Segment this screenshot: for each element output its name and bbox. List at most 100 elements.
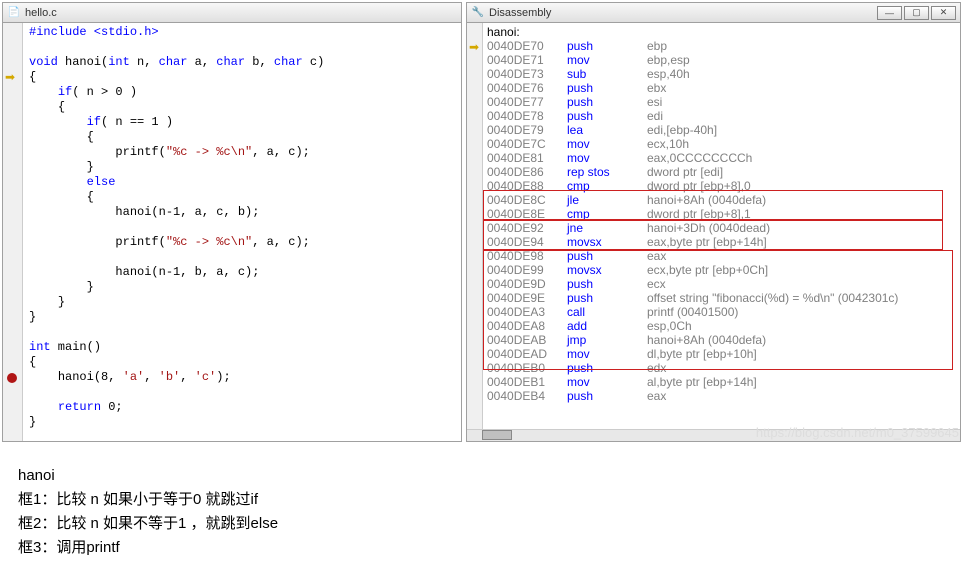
disasm-row[interactable]: 0040DE78pushedi [487, 109, 956, 123]
disasm-addr: 0040DE88 [487, 179, 567, 193]
disasm-label: hanoi: [487, 25, 956, 39]
source-code[interactable]: #include <stdio.h> void hanoi(int n, cha… [23, 23, 330, 441]
disasm-addr: 0040DEAB [487, 333, 567, 347]
disasm-addr: 0040DEAD [487, 347, 567, 361]
disasm-addr: 0040DE86 [487, 165, 567, 179]
disasm-row[interactable]: 0040DE98pusheax [487, 249, 956, 263]
disasm-addr: 0040DE8C [487, 193, 567, 207]
disasm-op: jle [567, 193, 647, 207]
disasm-content[interactable]: hanoi: 0040DE70pushebp0040DE71movebp,esp… [483, 23, 960, 429]
disasm-row[interactable]: 0040DE81moveax,0CCCCCCCCh [487, 151, 956, 165]
disasm-op: mov [567, 53, 647, 67]
disasm-row[interactable]: 0040DE88cmpdword ptr [ebp+8],0 [487, 179, 956, 193]
disasm-row[interactable]: 0040DEADmovdl,byte ptr [ebp+10h] [487, 347, 956, 361]
disasm-op: push [567, 389, 647, 403]
disasm-arg: eax [647, 389, 956, 403]
note-line: 框1：比较 n 如果小于等于0 就跳过if [18, 488, 951, 512]
disasm-op: mov [567, 137, 647, 151]
disasm-addr: 0040DE99 [487, 263, 567, 277]
disassembly-panel: 🔧 Disassembly — ▢ ✕ ➡ hanoi: 0040DE70pus… [466, 2, 961, 442]
disasm-op: push [567, 277, 647, 291]
disasm-arg: hanoi+8Ah (0040defa) [647, 333, 956, 347]
disasm-arg: eax [647, 249, 956, 263]
disasm-row[interactable]: 0040DEB0pushedx [487, 361, 956, 375]
disasm-op: push [567, 81, 647, 95]
disasm-op: movsx [567, 263, 647, 277]
disasm-arg: dword ptr [ebp+8],0 [647, 179, 956, 193]
disasm-arg: esi [647, 95, 956, 109]
source-filename: hello.c [25, 7, 57, 19]
disasm-row[interactable]: 0040DE7Cmovecx,10h [487, 137, 956, 151]
disasm-addr: 0040DE81 [487, 151, 567, 165]
exec-arrow-icon: ➡ [5, 70, 15, 85]
disasm-row[interactable]: 0040DE86rep stosdword ptr [edi] [487, 165, 956, 179]
annotation-notes: hanoi 框1：比较 n 如果小于等于0 就跳过if 框2：比较 n 如果不等… [0, 444, 969, 580]
disasm-row[interactable]: 0040DE99movsxecx,byte ptr [ebp+0Ch] [487, 263, 956, 277]
disasm-row[interactable]: 0040DE94movsxeax,byte ptr [ebp+14h] [487, 235, 956, 249]
file-icon: 📄 [7, 6, 21, 20]
disasm-row[interactable]: 0040DEB4pusheax [487, 389, 956, 403]
disasm-addr: 0040DE7C [487, 137, 567, 151]
minimize-button[interactable]: — [877, 6, 902, 20]
disasm-op: push [567, 249, 647, 263]
maximize-button[interactable]: ▢ [904, 6, 929, 20]
disasm-row[interactable]: 0040DE70pushebp [487, 39, 956, 53]
note-line: hanoi [18, 464, 951, 488]
disasm-row[interactable]: 0040DEABjmphanoi+8Ah (0040defa) [487, 333, 956, 347]
disasm-row[interactable]: 0040DE77pushesi [487, 95, 956, 109]
disasm-row[interactable]: 0040DE9Dpushecx [487, 277, 956, 291]
exec-arrow-icon: ➡ [469, 40, 479, 54]
disasm-row[interactable]: 0040DEA8addesp,0Ch [487, 319, 956, 333]
disasm-titlebar: 🔧 Disassembly — ▢ ✕ [467, 3, 960, 23]
disasm-arg: dword ptr [edi] [647, 165, 956, 179]
disasm-op: add [567, 319, 647, 333]
disasm-arg: hanoi+3Dh (0040dead) [647, 221, 956, 235]
scroll-thumb[interactable] [482, 430, 512, 440]
disasm-addr: 0040DE9D [487, 277, 567, 291]
close-button[interactable]: ✕ [931, 6, 956, 20]
disasm-addr: 0040DE70 [487, 39, 567, 53]
source-gutter[interactable]: ➡ [3, 23, 23, 441]
disasm-op: push [567, 95, 647, 109]
disasm-addr: 0040DE8E [487, 207, 567, 221]
disasm-addr: 0040DE79 [487, 123, 567, 137]
disasm-addr: 0040DE78 [487, 109, 567, 123]
disasm-addr: 0040DE77 [487, 95, 567, 109]
note-line: 框3：调用printf [18, 536, 951, 560]
disasm-addr: 0040DE71 [487, 53, 567, 67]
disasm-addr: 0040DE73 [487, 67, 567, 81]
disasm-arg: offset string "fibonacci(%d) = %d\n" (00… [647, 291, 956, 305]
disasm-arg: esp,0Ch [647, 319, 956, 333]
disasm-op: lea [567, 123, 647, 137]
disasm-row[interactable]: 0040DEA3callprintf (00401500) [487, 305, 956, 319]
disasm-arg: ebp,esp [647, 53, 956, 67]
disasm-addr: 0040DE9E [487, 291, 567, 305]
disasm-row[interactable]: 0040DE92jnehanoi+3Dh (0040dead) [487, 221, 956, 235]
breakpoint-icon[interactable] [7, 373, 17, 383]
disasm-row[interactable]: 0040DE79leaedi,[ebp-40h] [487, 123, 956, 137]
disasm-arg: ecx [647, 277, 956, 291]
disasm-arg: edi [647, 109, 956, 123]
disasm-row[interactable]: 0040DE73subesp,40h [487, 67, 956, 81]
disasm-op: jne [567, 221, 647, 235]
disasm-arg: al,byte ptr [ebp+14h] [647, 375, 956, 389]
disasm-arg: edi,[ebp-40h] [647, 123, 956, 137]
disasm-addr: 0040DEB4 [487, 389, 567, 403]
disasm-row[interactable]: 0040DE8Cjlehanoi+8Ah (0040defa) [487, 193, 956, 207]
disasm-op: cmp [567, 207, 647, 221]
disasm-row[interactable]: 0040DE76pushebx [487, 81, 956, 95]
disasm-row[interactable]: 0040DE71movebp,esp [487, 53, 956, 67]
disasm-title: Disassembly [489, 7, 551, 19]
disasm-arg: dl,byte ptr [ebp+10h] [647, 347, 956, 361]
disasm-row[interactable]: 0040DE9Epushoffset string "fibonacci(%d)… [487, 291, 956, 305]
disasm-op: push [567, 39, 647, 53]
disasm-row[interactable]: 0040DEB1moval,byte ptr [ebp+14h] [487, 375, 956, 389]
disasm-op: sub [567, 67, 647, 81]
disasm-op: call [567, 305, 647, 319]
disasm-op: push [567, 361, 647, 375]
disasm-addr: 0040DEA3 [487, 305, 567, 319]
disasm-addr: 0040DE94 [487, 235, 567, 249]
disasm-arg: printf (00401500) [647, 305, 956, 319]
disasm-gutter[interactable]: ➡ [467, 23, 483, 429]
disasm-row[interactable]: 0040DE8Ecmpdword ptr [ebp+8],1 [487, 207, 956, 221]
